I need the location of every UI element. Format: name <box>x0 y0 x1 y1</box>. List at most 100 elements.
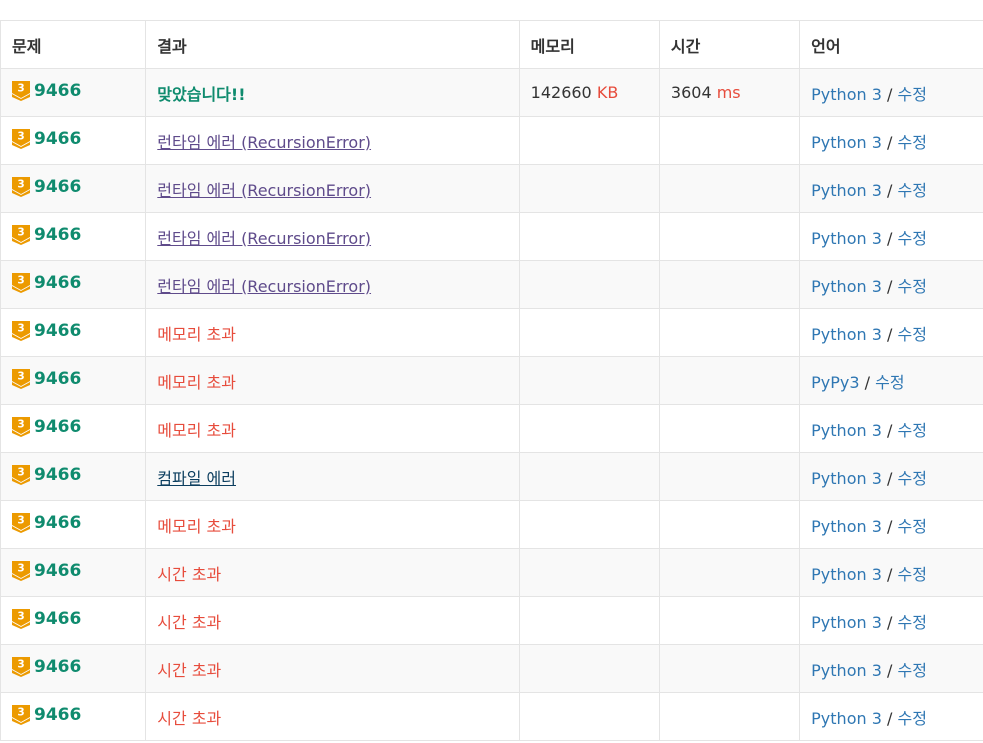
gold-tier-badge-icon: 3 <box>12 608 30 629</box>
language-link[interactable]: Python 3 <box>811 709 882 728</box>
problem-link[interactable]: 3 9466 <box>12 320 81 341</box>
time-cell <box>658 164 801 213</box>
edit-link[interactable]: 수정 <box>897 517 926 536</box>
problem-link[interactable]: 3 9466 <box>12 704 81 725</box>
result-text: 시간 초과 <box>157 708 222 728</box>
memory-cell <box>518 356 660 405</box>
language-link[interactable]: Python 3 <box>811 421 882 440</box>
time-cell <box>658 500 801 549</box>
problem-link[interactable]: 3 9466 <box>12 368 81 389</box>
language-link[interactable]: Python 3 <box>811 133 882 152</box>
edit-link[interactable]: 수정 <box>897 613 926 632</box>
language-link[interactable]: PyPy3 <box>811 373 859 392</box>
memory-value: 142660 <box>530 83 592 102</box>
memory-cell <box>518 548 660 597</box>
problem-id[interactable]: 9466 <box>34 465 81 485</box>
result-text: 메모리 초과 <box>157 516 236 536</box>
edit-link[interactable]: 수정 <box>897 565 926 584</box>
result-text[interactable]: 런타임 에러 (RecursionError) <box>157 181 371 200</box>
problem-link[interactable]: 3 9466 <box>12 608 81 629</box>
edit-link[interactable]: 수정 <box>897 133 926 152</box>
language-cell: Python 3 / 수정 <box>799 644 983 693</box>
language-separator: / <box>886 84 893 104</box>
tier-level: 3 <box>17 610 24 622</box>
table-row: 3 9466 런타임 에러 (RecursionError) Python 3 … <box>0 260 983 309</box>
edit-link[interactable]: 수정 <box>897 325 926 344</box>
memory-cell: 142660 KB <box>518 68 660 117</box>
problem-id[interactable]: 9466 <box>34 513 81 533</box>
result-text[interactable]: 컴파일 에러 <box>157 469 236 488</box>
language-link[interactable]: Python 3 <box>811 85 882 104</box>
table-row: 3 9466 시간 초과 Python 3 / 수정 <box>0 692 983 741</box>
problem-link[interactable]: 3 9466 <box>12 80 81 101</box>
language-cell: Python 3 / 수정 <box>799 692 983 741</box>
tier-level: 3 <box>17 466 24 478</box>
time-cell <box>658 548 801 597</box>
result-cell: 맞았습니다!! <box>145 68 520 117</box>
gold-tier-badge-icon: 3 <box>12 560 30 581</box>
language-separator: / <box>886 564 893 584</box>
problem-link[interactable]: 3 9466 <box>12 464 81 485</box>
time-cell <box>658 116 801 165</box>
gold-tier-badge-icon: 3 <box>12 656 30 677</box>
table-row: 3 9466 런타임 에러 (RecursionError) Python 3 … <box>0 116 983 165</box>
problem-id[interactable]: 9466 <box>34 81 81 101</box>
language-link[interactable]: Python 3 <box>811 613 882 632</box>
problem-id[interactable]: 9466 <box>34 177 81 197</box>
problem-id[interactable]: 9466 <box>34 129 81 149</box>
language-link[interactable]: Python 3 <box>811 469 882 488</box>
problem-link[interactable]: 3 9466 <box>12 128 81 149</box>
problem-id[interactable]: 9466 <box>34 561 81 581</box>
problem-link[interactable]: 3 9466 <box>12 416 81 437</box>
language-link[interactable]: Python 3 <box>811 565 882 584</box>
edit-link[interactable]: 수정 <box>875 373 904 392</box>
result-text[interactable]: 런타임 에러 (RecursionError) <box>157 277 371 296</box>
edit-link[interactable]: 수정 <box>897 229 926 248</box>
language-separator: / <box>886 468 893 488</box>
time-cell: 3604 ms <box>658 68 801 117</box>
problem-id[interactable]: 9466 <box>34 657 81 677</box>
language-link[interactable]: Python 3 <box>811 661 882 680</box>
problem-link[interactable]: 3 9466 <box>12 560 81 581</box>
problem-cell: 3 9466 <box>0 548 147 597</box>
gold-tier-badge-icon: 3 <box>12 128 30 149</box>
problem-id[interactable]: 9466 <box>34 705 81 725</box>
language-separator: / <box>886 708 893 728</box>
edit-link[interactable]: 수정 <box>897 181 926 200</box>
edit-link[interactable]: 수정 <box>897 85 926 104</box>
edit-link[interactable]: 수정 <box>897 709 926 728</box>
problem-link[interactable]: 3 9466 <box>12 656 81 677</box>
problem-id[interactable]: 9466 <box>34 225 81 245</box>
problem-id[interactable]: 9466 <box>34 609 81 629</box>
language-link[interactable]: Python 3 <box>811 277 882 296</box>
edit-link[interactable]: 수정 <box>897 469 926 488</box>
problem-link[interactable]: 3 9466 <box>12 272 81 293</box>
language-link[interactable]: Python 3 <box>811 517 882 536</box>
language-link[interactable]: Python 3 <box>811 229 882 248</box>
language-link[interactable]: Python 3 <box>811 325 882 344</box>
problem-id[interactable]: 9466 <box>34 369 81 389</box>
problem-link[interactable]: 3 9466 <box>12 176 81 197</box>
problem-link[interactable]: 3 9466 <box>12 224 81 245</box>
language-separator: / <box>886 516 893 536</box>
edit-link[interactable]: 수정 <box>897 277 926 296</box>
problem-id[interactable]: 9466 <box>34 321 81 341</box>
result-text[interactable]: 런타임 에러 (RecursionError) <box>157 133 371 152</box>
header-time: 시간 <box>658 20 801 69</box>
problem-id[interactable]: 9466 <box>34 417 81 437</box>
problem-cell: 3 9466 <box>0 164 147 213</box>
memory-cell <box>518 452 660 501</box>
language-link[interactable]: Python 3 <box>811 181 882 200</box>
table-row: 3 9466 런타임 에러 (RecursionError) Python 3 … <box>0 212 983 261</box>
problem-link[interactable]: 3 9466 <box>12 512 81 533</box>
memory-cell <box>518 644 660 693</box>
time-cell <box>658 452 801 501</box>
language-separator: / <box>864 372 871 392</box>
result-text[interactable]: 런타임 에러 (RecursionError) <box>157 229 371 248</box>
edit-link[interactable]: 수정 <box>897 421 926 440</box>
problem-cell: 3 9466 <box>0 404 147 453</box>
edit-link[interactable]: 수정 <box>897 661 926 680</box>
problem-cell: 3 9466 <box>0 644 147 693</box>
problem-id[interactable]: 9466 <box>34 273 81 293</box>
tier-level: 3 <box>17 514 24 526</box>
